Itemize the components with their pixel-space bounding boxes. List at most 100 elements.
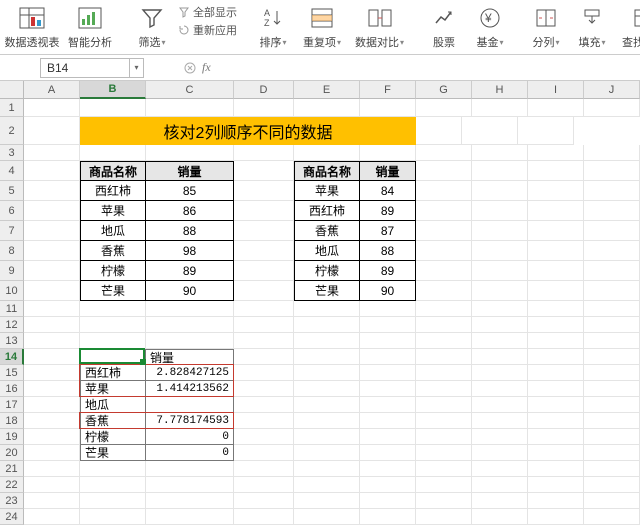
cell[interactable] (234, 201, 294, 221)
col-header-C[interactable]: C (146, 81, 234, 99)
cell[interactable] (528, 509, 584, 525)
cell[interactable] (80, 349, 146, 365)
cell[interactable] (146, 493, 234, 509)
cell[interactable] (360, 99, 416, 117)
cell[interactable] (528, 381, 584, 397)
row-header-10[interactable]: 10 (0, 281, 24, 301)
cell[interactable] (584, 181, 640, 201)
cell[interactable] (416, 381, 472, 397)
cell[interactable] (24, 333, 80, 349)
table1-row[interactable]: 89 (146, 261, 234, 281)
cell[interactable] (584, 493, 640, 509)
row-header-22[interactable]: 22 (0, 477, 24, 493)
cell[interactable] (584, 261, 640, 281)
table2-row[interactable]: 苹果 (294, 181, 360, 201)
result-header[interactable]: 销量 (146, 349, 234, 365)
table1-h1[interactable]: 商品名称 (80, 161, 146, 181)
cell[interactable] (472, 397, 528, 413)
result-value[interactable]: 0 (146, 445, 234, 461)
cell[interactable] (234, 429, 294, 445)
cell[interactable] (294, 317, 360, 333)
row-header-5[interactable]: 5 (0, 181, 24, 201)
reapply-button[interactable]: 重新应用 (178, 22, 237, 38)
result-value[interactable]: 2.828427125 (146, 365, 234, 381)
cell[interactable] (24, 365, 80, 381)
cell[interactable] (24, 241, 80, 261)
cell[interactable] (80, 301, 146, 317)
cell[interactable] (416, 317, 472, 333)
cell[interactable] (472, 99, 528, 117)
cell[interactable] (234, 281, 294, 301)
filter-button[interactable]: 筛选▾ (132, 4, 172, 50)
cell[interactable] (234, 181, 294, 201)
cell[interactable] (528, 161, 584, 181)
cell[interactable] (360, 301, 416, 317)
result-value[interactable]: 1.414213562 (146, 381, 234, 397)
row-header-11[interactable]: 11 (0, 301, 24, 317)
compare-button[interactable]: 数据对比▾ (351, 4, 408, 50)
cell[interactable] (80, 493, 146, 509)
table2-h1[interactable]: 商品名称 (294, 161, 360, 181)
col-header-B[interactable]: B (80, 81, 146, 99)
cell[interactable] (234, 381, 294, 397)
cell[interactable] (234, 493, 294, 509)
table1-h2[interactable]: 销量 (146, 161, 234, 181)
row-header-2[interactable]: 2 (0, 117, 24, 145)
cell[interactable] (294, 477, 360, 493)
cell[interactable] (294, 509, 360, 525)
row-header-24[interactable]: 24 (0, 509, 24, 525)
cell[interactable] (584, 161, 640, 181)
cell[interactable] (416, 333, 472, 349)
cell[interactable] (80, 477, 146, 493)
result-value[interactable] (146, 397, 234, 413)
cell[interactable] (472, 161, 528, 181)
cell[interactable] (584, 99, 640, 117)
result-name[interactable]: 西红柿 (80, 365, 146, 381)
cell[interactable] (472, 221, 528, 241)
row-header-16[interactable]: 16 (0, 381, 24, 397)
row-header-20[interactable]: 20 (0, 445, 24, 461)
cell[interactable] (416, 201, 472, 221)
cell[interactable] (80, 145, 146, 161)
cell[interactable] (416, 261, 472, 281)
table2-row[interactable]: 84 (360, 181, 416, 201)
table2-row[interactable]: 87 (360, 221, 416, 241)
table1-row[interactable]: 90 (146, 281, 234, 301)
cell[interactable] (584, 381, 640, 397)
cell[interactable] (584, 281, 640, 301)
cell[interactable] (234, 365, 294, 381)
cell[interactable] (24, 161, 80, 181)
cell[interactable] (360, 145, 416, 161)
title-banner[interactable]: 核对2列顺序不同的数据 (80, 117, 416, 145)
cell[interactable] (528, 145, 584, 161)
cell[interactable] (416, 349, 472, 365)
cell[interactable] (294, 301, 360, 317)
table2-row[interactable]: 芒果 (294, 281, 360, 301)
cell[interactable] (24, 99, 80, 117)
cell[interactable] (416, 221, 472, 241)
row-header-12[interactable]: 12 (0, 317, 24, 333)
cell[interactable] (584, 397, 640, 413)
cell[interactable] (416, 301, 472, 317)
cell[interactable] (584, 413, 640, 429)
cell[interactable] (416, 429, 472, 445)
cell[interactable] (24, 117, 80, 145)
cell[interactable] (528, 261, 584, 281)
cell[interactable] (528, 397, 584, 413)
cell[interactable] (360, 365, 416, 381)
col-header-F[interactable]: F (360, 81, 416, 99)
table1-row[interactable]: 西红柿 (80, 181, 146, 201)
cell[interactable] (360, 397, 416, 413)
col-header-G[interactable]: G (416, 81, 472, 99)
cell[interactable] (416, 99, 472, 117)
table2-row[interactable]: 柠檬 (294, 261, 360, 281)
cell[interactable] (294, 397, 360, 413)
row-header-14[interactable]: 14 (0, 349, 24, 365)
table2-row[interactable]: 西红柿 (294, 201, 360, 221)
cell[interactable] (24, 461, 80, 477)
cell[interactable] (528, 365, 584, 381)
cell[interactable] (80, 461, 146, 477)
cell[interactable] (360, 461, 416, 477)
cell[interactable] (472, 317, 528, 333)
cell[interactable] (528, 221, 584, 241)
